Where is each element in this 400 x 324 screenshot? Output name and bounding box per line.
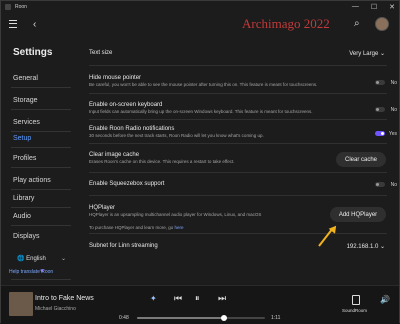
setting-description: 30 seconds before the next track starts,… bbox=[89, 133, 264, 138]
search-icon[interactable]: ⌕ bbox=[354, 18, 360, 29]
toolbar: ‹ Archimago 2022 ⌕ bbox=[1, 13, 399, 35]
close-button[interactable]: ✕ bbox=[389, 3, 395, 11]
roon-window: Roon — ☐ ✕ ‹ Archimago 2022 ⌕ Settings G… bbox=[0, 0, 400, 324]
sidebar-item-profiles[interactable]: Profiles bbox=[13, 155, 36, 162]
zone-name[interactable]: SoundRoom bbox=[342, 308, 367, 313]
add-hqplayer-button[interactable]: Add HQPlayer bbox=[330, 207, 386, 222]
minimize-button[interactable]: — bbox=[352, 3, 359, 11]
sidebar-item-audio[interactable]: Audio bbox=[13, 213, 31, 220]
setting-radio-notifications: Enable Roon Radio notifications 30 secon… bbox=[89, 126, 387, 138]
toggle-state: No bbox=[390, 80, 397, 86]
previous-track-icon[interactable]: ⏮ bbox=[174, 293, 182, 304]
linn-subnet-value: 192.168.1.0 bbox=[346, 244, 379, 250]
language-chevron-icon[interactable]: ⌄ bbox=[61, 255, 66, 262]
radio-sparkle-icon[interactable]: ✦ bbox=[150, 294, 157, 303]
setting-title: Hide mouse pointer bbox=[89, 75, 142, 81]
profile-avatar[interactable] bbox=[375, 17, 389, 31]
sidebar-item-setup[interactable]: Setup bbox=[13, 135, 31, 142]
hqplayer-purchase-text: To purchase HQPlayer and learn more, go … bbox=[89, 225, 387, 230]
sidebar-divider bbox=[11, 87, 71, 88]
toggle-state: No bbox=[390, 182, 397, 188]
sidebar-item-services[interactable]: Services bbox=[13, 119, 40, 126]
settings-panel: Text size Very Large ⌄ Hide mouse pointe… bbox=[77, 35, 399, 285]
setting-description: Be careful, you won't be able to see the… bbox=[89, 82, 318, 87]
track-title[interactable]: Intro to Fake News bbox=[35, 295, 94, 302]
sidebar-divider bbox=[11, 279, 71, 280]
setting-title: Enable on-screen keyboard bbox=[89, 102, 163, 108]
sidebar-item-general[interactable]: General bbox=[13, 75, 38, 82]
sidebar-divider bbox=[11, 167, 71, 168]
progress-fill bbox=[137, 317, 225, 319]
linn-subnet-dropdown[interactable]: 192.168.1.0 ⌄ bbox=[347, 243, 385, 250]
hide-mouse-toggle[interactable] bbox=[375, 80, 385, 85]
back-icon[interactable]: ‹ bbox=[33, 19, 36, 30]
sidebar-divider bbox=[11, 109, 71, 110]
window-controls: — ☐ ✕ bbox=[352, 3, 395, 11]
text-size-dropdown[interactable]: Very Large ⌄ bbox=[349, 50, 385, 57]
sidebar-item-library[interactable]: Library bbox=[13, 195, 34, 202]
sidebar-divider bbox=[11, 225, 71, 226]
watermark-text: Archimago 2022 bbox=[242, 16, 330, 31]
setting-title: Enable Squeezebox support bbox=[89, 181, 165, 187]
sidebar-item-storage[interactable]: Storage bbox=[13, 97, 38, 104]
row-divider bbox=[89, 93, 387, 94]
next-track-icon[interactable]: ⏭ bbox=[218, 293, 226, 304]
settings-sidebar: Settings General Storage Services Setup … bbox=[1, 35, 77, 285]
row-divider bbox=[89, 233, 387, 234]
toggle-state: Yes bbox=[388, 131, 397, 137]
volume-icon[interactable]: 🔊 bbox=[380, 295, 390, 304]
language-label: English bbox=[26, 256, 46, 262]
setting-squeezebox: Enable Squeezebox support bbox=[89, 181, 387, 187]
squeezebox-toggle[interactable] bbox=[375, 182, 385, 187]
setting-text-size: Text size bbox=[89, 50, 387, 56]
language-selector[interactable]: 🌐 English bbox=[17, 255, 46, 262]
purchase-text: To purchase HQPlayer and learn more, go bbox=[89, 225, 175, 230]
player-bar: Intro to Fake News Michael Giacchino ✦ ⏮… bbox=[1, 285, 399, 324]
setting-title: Enable Roon Radio notifications bbox=[89, 126, 175, 132]
progress-handle[interactable] bbox=[221, 315, 228, 321]
track-artist[interactable]: Michael Giacchino bbox=[35, 306, 76, 312]
title-bar: Roon — ☐ ✕ bbox=[1, 1, 399, 13]
sidebar-divider bbox=[11, 147, 71, 148]
radio-notifications-toggle[interactable] bbox=[375, 131, 385, 136]
setting-title: Subnet for Linn streaming bbox=[89, 243, 158, 249]
sidebar-item-play-actions[interactable]: Play actions bbox=[13, 177, 51, 184]
help-translate-link[interactable]: Help translate Roon bbox=[9, 269, 53, 275]
sidebar-title: Settings bbox=[13, 47, 53, 58]
elapsed-time: 0:48 bbox=[119, 315, 129, 321]
clear-cache-button[interactable]: Clear cache bbox=[336, 152, 386, 167]
sidebar-item-displays[interactable]: Displays bbox=[13, 233, 39, 240]
setting-description: Input fields can automatically bring up … bbox=[89, 109, 313, 114]
menu-icon[interactable] bbox=[9, 20, 17, 28]
speaker-icon[interactable] bbox=[352, 295, 360, 305]
row-divider bbox=[89, 195, 387, 196]
row-divider bbox=[89, 119, 387, 120]
sidebar-divider bbox=[11, 189, 71, 190]
setting-onscreen-keyboard: Enable on-screen keyboard Input fields c… bbox=[89, 102, 387, 114]
setting-title: Text size bbox=[89, 50, 113, 56]
maximize-button[interactable]: ☐ bbox=[371, 3, 377, 11]
roon-app-icon bbox=[5, 4, 11, 10]
setting-hide-mouse: Hide mouse pointer Be careful, you won't… bbox=[89, 75, 387, 87]
row-divider bbox=[89, 143, 387, 144]
onscreen-keyboard-toggle[interactable] bbox=[375, 107, 385, 112]
pause-icon[interactable]: ⏸ bbox=[195, 293, 200, 304]
row-divider bbox=[89, 65, 387, 66]
text-size-value: Very Large bbox=[349, 51, 379, 57]
hqplayer-link[interactable]: here bbox=[175, 225, 184, 230]
album-art[interactable] bbox=[9, 292, 33, 316]
sidebar-divider bbox=[11, 207, 71, 208]
row-divider bbox=[89, 172, 387, 173]
window-title: Roon bbox=[15, 4, 27, 10]
duration-time: 1:11 bbox=[271, 315, 281, 321]
setting-linn-subnet: Subnet for Linn streaming bbox=[89, 243, 387, 249]
toggle-state: No bbox=[390, 107, 397, 113]
sidebar-divider bbox=[11, 131, 71, 132]
